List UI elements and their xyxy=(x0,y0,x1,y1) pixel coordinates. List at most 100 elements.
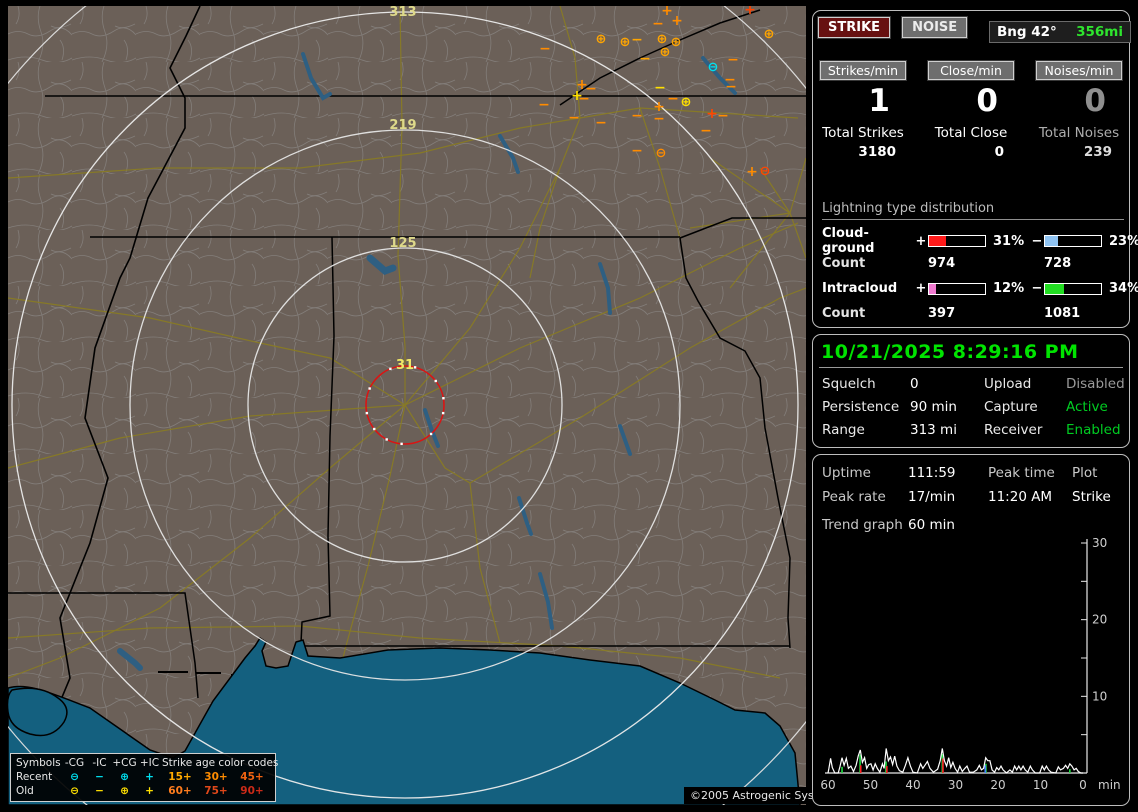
upload-status: Disabled xyxy=(1066,376,1125,392)
strike-symbol: − xyxy=(568,110,580,126)
legend-cell: ⊖ xyxy=(62,770,87,784)
legend-cell: ⊖ xyxy=(62,784,87,798)
strike-counters-box: STRIKE NOISE Bng 42° 356mi Strikes/min 1… xyxy=(812,10,1130,328)
strike-symbol: − xyxy=(725,79,737,95)
stats-trend-box: Uptime 111:59 Peak time Plot Peak rate 1… xyxy=(812,454,1130,806)
map-canvas[interactable]: 31321912531 +++−−−⊕⊕⊕⊕⊕⊕−⊖−+−+−−−−−−−+−⊕… xyxy=(8,6,806,805)
trend-graph-row: Trend graph 60 min xyxy=(813,505,1129,533)
stats-grid: Uptime 111:59 Peak time Plot Peak rate 1… xyxy=(813,455,1129,505)
cg-negative-bar xyxy=(1044,235,1102,247)
legend-cell: 90+ xyxy=(234,784,270,798)
peak-rate-value: 17/min xyxy=(908,489,988,505)
uptime-value: 111:59 xyxy=(908,465,988,481)
cg-positive-pct: 31% xyxy=(988,234,1030,249)
receiver-status: Enabled xyxy=(1066,422,1125,438)
strike-symbol: ⊕ xyxy=(660,45,671,60)
close-per-min-value: 0 xyxy=(928,84,1014,118)
strike-symbol: − xyxy=(652,16,664,32)
plot-value: Strike xyxy=(1072,489,1120,505)
ring-distance-label: 219 xyxy=(389,118,416,133)
range-label: Range xyxy=(822,422,910,438)
ic-positive-pct: 12% xyxy=(988,281,1030,296)
trend-line xyxy=(828,749,1083,774)
legend-grid: Symbols-CG-IC+CG+ICStrike age color code… xyxy=(16,756,270,798)
peak-rate-label: Peak rate xyxy=(822,489,908,505)
strike-symbol: − xyxy=(631,143,643,159)
legend-cell: 15+ xyxy=(162,770,198,784)
intracloud-count-row: Count 397 1081 xyxy=(822,301,1124,326)
minus-sign: − xyxy=(1030,281,1044,296)
strike-symbol: ⊖ xyxy=(708,60,719,75)
distribution-title: Lightning type distribution xyxy=(822,201,1124,220)
uptime-label: Uptime xyxy=(822,465,908,481)
noise-mode-button[interactable]: NOISE xyxy=(902,17,967,38)
ring-distance-label: 31 xyxy=(396,358,414,373)
noises-per-min-button[interactable]: Noises/min xyxy=(1036,61,1122,80)
strike-symbol: ⊖ xyxy=(656,146,667,161)
count-label: Count xyxy=(822,306,914,321)
plot-label: Plot xyxy=(1072,465,1120,481)
plus-sign: + xyxy=(914,234,928,249)
close-ring-dot xyxy=(389,368,391,370)
capture-label: Capture xyxy=(984,399,1066,415)
strike-symbol: − xyxy=(667,91,679,107)
minus-sign: − xyxy=(1030,234,1044,249)
strike-mode-button[interactable]: STRIKE xyxy=(818,17,890,38)
legend-cell: Symbols xyxy=(16,756,62,770)
plus-sign: + xyxy=(914,281,928,296)
legend-cell: Old xyxy=(16,784,62,798)
bearing-readout: Bng 42° 356mi xyxy=(989,21,1131,43)
total-strikes-label: Total Strikes xyxy=(820,125,906,141)
y-tick-label: 10 xyxy=(1092,689,1107,703)
total-noises-label: Total Noises xyxy=(1036,125,1122,141)
close-ring-dot xyxy=(430,433,432,435)
legend-cell: 60+ xyxy=(162,784,198,798)
legend-cell: ⊕ xyxy=(112,784,137,798)
intracloud-label: Intracloud xyxy=(822,281,914,296)
x-tick-label: 60 xyxy=(820,778,835,792)
ic-negative-pct: 34% xyxy=(1104,281,1138,296)
legend-cell: Strike age color codes xyxy=(162,756,270,770)
range-value: 313 mi xyxy=(910,422,984,438)
cg-negative-count: 728 xyxy=(1044,256,1104,271)
close-ring-dot xyxy=(400,443,402,445)
total-close-value: 0 xyxy=(928,144,1014,160)
close-ring-dot xyxy=(414,366,416,368)
x-tick-label: 10 xyxy=(1033,778,1048,792)
strikes-counter-column: Strikes/min 1 Total Strikes 3180 xyxy=(820,61,906,160)
ic-negative-count: 1081 xyxy=(1044,306,1104,321)
map-svg: 31321912531 +++−−−⊕⊕⊕⊕⊕⊕−⊖−+−+−−−−−−−+−⊕… xyxy=(8,6,806,805)
strike-symbol: + xyxy=(746,164,758,180)
count-label: Count xyxy=(822,256,914,271)
strike-symbol: − xyxy=(595,115,607,131)
strikes-per-min-button[interactable]: Strikes/min xyxy=(820,61,906,80)
close-ring-dot xyxy=(368,387,370,389)
strike-symbol: − xyxy=(639,51,651,67)
strike-symbol: − xyxy=(717,108,729,124)
legend-cell: 45+ xyxy=(234,770,270,784)
ring-distance-label: 125 xyxy=(389,236,416,251)
strike-symbol: + xyxy=(671,13,683,29)
cg-positive-count: 974 xyxy=(928,256,988,271)
strike-symbol: − xyxy=(631,108,643,124)
map-legend: Symbols-CG-IC+CG+ICStrike age color code… xyxy=(10,753,276,802)
close-per-min-button[interactable]: Close/min xyxy=(928,61,1014,80)
strike-symbol: − xyxy=(727,52,739,68)
lightning-detector-window: { "colors": { "land": "#6b6058", "water"… xyxy=(0,0,1138,812)
ic-positive-count: 397 xyxy=(928,306,988,321)
strike-symbol: ⊕ xyxy=(620,35,631,50)
legend-cell: 75+ xyxy=(198,784,234,798)
legend-cell: 30+ xyxy=(198,770,234,784)
legend-cell: +CG xyxy=(112,756,137,770)
mode-button-row: STRIKE NOISE Bng 42° 356mi xyxy=(813,16,1123,42)
strikes-per-min-value: 1 xyxy=(820,84,906,118)
strike-symbol: ⊕ xyxy=(764,27,775,42)
noises-per-min-value: 0 xyxy=(1036,84,1122,118)
strike-symbol: + xyxy=(706,106,718,122)
legend-cell: +IC xyxy=(137,756,162,770)
y-tick-label: 20 xyxy=(1092,613,1107,627)
strike-symbol: ⊖ xyxy=(760,164,771,179)
total-close-label: Total Close xyxy=(928,125,1014,141)
divider xyxy=(819,367,1123,368)
legend-cell: − xyxy=(87,770,112,784)
